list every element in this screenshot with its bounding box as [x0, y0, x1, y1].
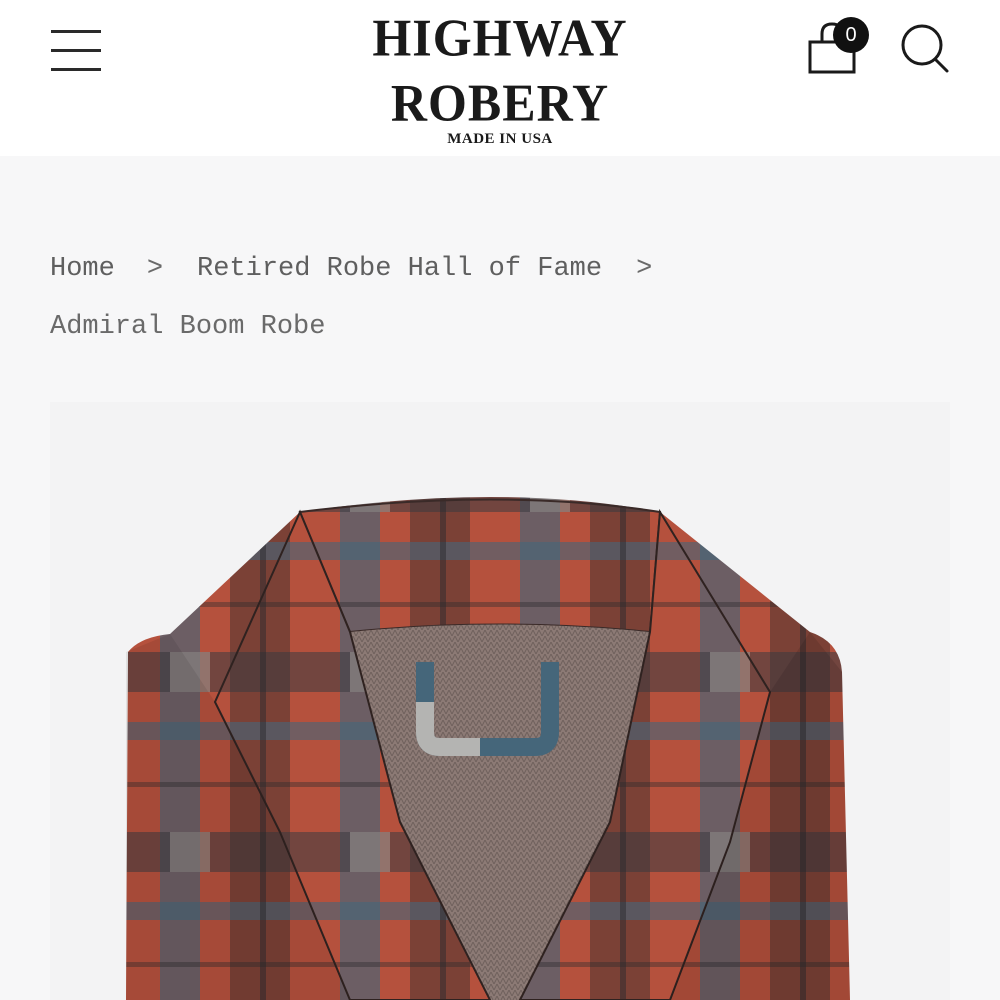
product-image[interactable] [50, 402, 950, 1000]
robe-collar-back [298, 498, 662, 634]
breadcrumb-category-link[interactable]: Retired Robe Hall of Fame [197, 254, 602, 284]
breadcrumb-row: Admiral Boom Robe [50, 298, 950, 356]
cart-count-badge: 0 [833, 17, 869, 53]
logo-title: HIGHWAY ROBERY [372, 8, 628, 132]
menu-icon-bar [51, 49, 101, 52]
breadcrumb-separator-icon: > [636, 254, 653, 284]
menu-icon [51, 30, 101, 33]
breadcrumb-home-link[interactable]: Home [50, 254, 115, 284]
search-icon [901, 24, 949, 73]
robe-illustration [126, 497, 850, 1000]
breadcrumb: Home > Retired Robe Hall of Fame > Admiral … [50, 240, 950, 356]
menu-button[interactable] [44, 22, 108, 78]
breadcrumb-row: Home > Retired Robe Hall of Fame > [50, 240, 950, 298]
site-header: HIGHWAY ROBERY MADE IN USA 0 [0, 0, 1000, 156]
breadcrumb-separator-icon: > [146, 254, 164, 284]
site-logo[interactable]: HIGHWAY ROBERY MADE IN USA [290, 8, 710, 146]
product-page-content: Home > Retired Robe Hall of Fame > Admiral … [0, 156, 1000, 1000]
search-button[interactable] [894, 18, 956, 78]
breadcrumb-current-page: Admiral Boom Robe [50, 312, 326, 342]
menu-icon-bar [51, 68, 101, 71]
cart-button[interactable]: 0 [800, 14, 874, 80]
